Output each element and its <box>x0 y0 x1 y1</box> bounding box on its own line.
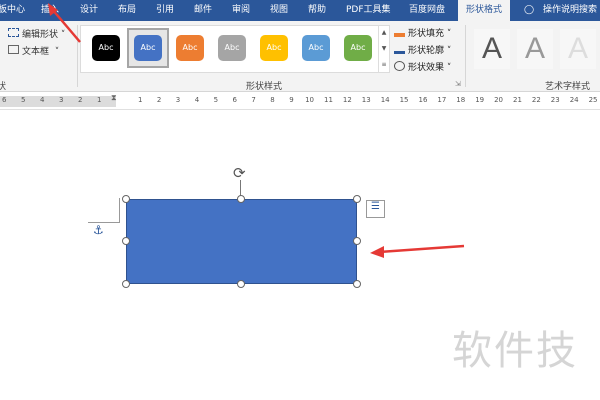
watermark: 软件技 <box>452 328 578 374</box>
red-arrowhead <box>370 246 384 258</box>
red-arrow-insert <box>51 8 81 43</box>
red-arrow-shape <box>379 244 465 254</box>
